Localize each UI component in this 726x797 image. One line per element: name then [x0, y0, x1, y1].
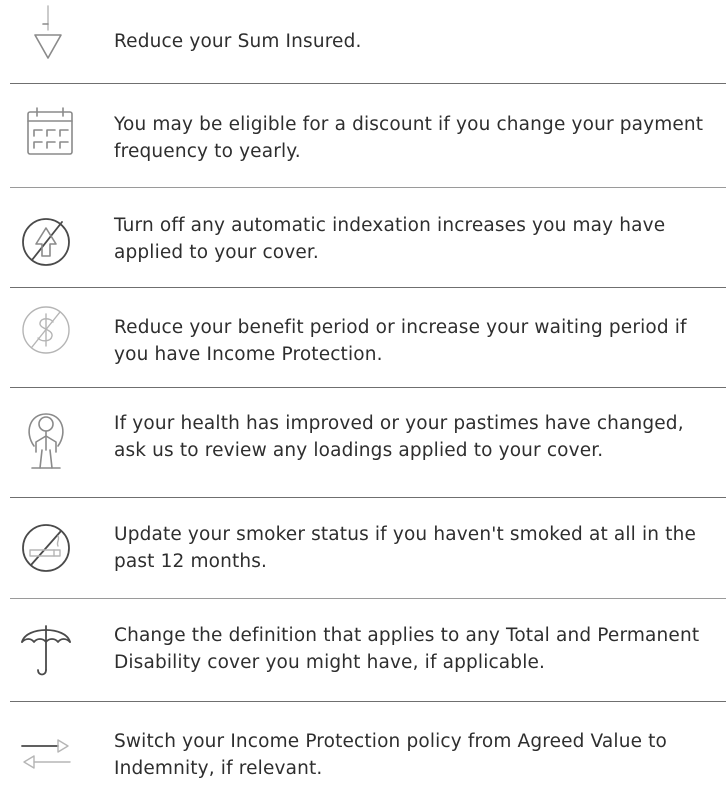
tip-text: Update your smoker status if you haven't…	[114, 524, 696, 572]
tip-text: If your health has improved or your past…	[114, 413, 684, 461]
no-increase-icon	[18, 214, 74, 270]
divider	[10, 187, 726, 188]
switch-arrows-icon	[18, 726, 74, 782]
tip-text: Switch your Income Protection policy fro…	[114, 731, 668, 779]
tip-text: Change the definition that applies to an…	[114, 625, 700, 673]
calendar-icon	[22, 104, 78, 160]
down-arrow-icon	[20, 4, 76, 60]
divider	[10, 701, 726, 702]
divider	[10, 287, 726, 288]
no-dollar-icon	[18, 302, 74, 358]
tip-text: Turn off any automatic indexation increa…	[114, 215, 666, 263]
divider	[10, 497, 726, 498]
divider	[10, 598, 726, 599]
divider	[10, 387, 726, 388]
cost-reduction-tips-list: Reduce your Sum Insured. You may be elig…	[0, 0, 726, 797]
tip-text: Reduce your Sum Insured.	[114, 31, 362, 52]
skipping-person-icon	[18, 412, 74, 469]
no-smoking-icon	[18, 520, 74, 576]
divider	[10, 83, 726, 84]
tip-text: Reduce your benefit period or increase y…	[114, 317, 687, 365]
tip-text: You may be eligible for a discount if yo…	[114, 114, 704, 162]
umbrella-icon	[18, 618, 74, 676]
